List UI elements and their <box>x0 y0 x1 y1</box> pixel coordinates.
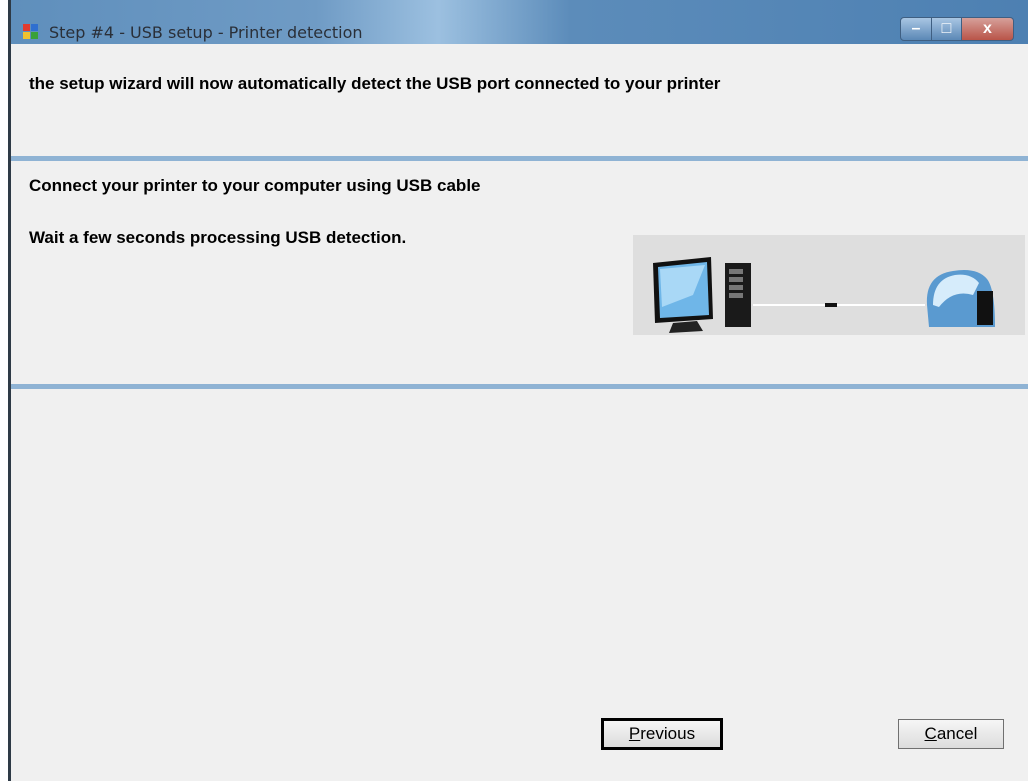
wizard-window: Step #4 - USB setup - Printer detection … <box>8 0 1028 781</box>
previous-label: revious <box>640 724 696 743</box>
app-icon <box>23 24 39 40</box>
title-bar[interactable]: Step #4 - USB setup - Printer detection … <box>11 0 1028 44</box>
wizard-content: the setup wizard will now automatically … <box>11 44 1028 781</box>
close-button[interactable]: x <box>962 17 1014 41</box>
card-printer-icon <box>926 270 995 327</box>
previous-mnemonic: P <box>628 724 641 743</box>
instruction-wait: Wait a few seconds processing USB detect… <box>29 228 407 247</box>
footer-panel: Previous Cancel <box>11 389 1028 781</box>
minimize-button[interactable]: – <box>900 17 932 41</box>
pc-tower-icon <box>725 263 751 327</box>
usb-cable-icon <box>753 303 925 307</box>
header-panel: the setup wizard will now automatically … <box>11 44 1028 156</box>
window-title: Step #4 - USB setup - Printer detection <box>49 23 363 42</box>
usb-connection-illustration <box>633 235 1025 335</box>
cancel-button[interactable]: Cancel <box>898 719 1004 749</box>
cancel-mnemonic: C <box>924 724 937 743</box>
header-text: the setup wizard will now automatically … <box>29 74 721 93</box>
minimize-icon: – <box>911 20 921 37</box>
maximize-icon: □ <box>941 20 952 37</box>
instruction-connect: Connect your printer to your computer us… <box>29 176 481 195</box>
cancel-label: ancel <box>936 724 978 743</box>
window-controls: – □ x <box>900 17 1014 43</box>
maximize-button[interactable]: □ <box>932 17 962 41</box>
previous-button[interactable]: Previous <box>601 718 723 750</box>
computer-monitor-icon <box>653 257 713 333</box>
close-icon: x <box>983 20 992 37</box>
